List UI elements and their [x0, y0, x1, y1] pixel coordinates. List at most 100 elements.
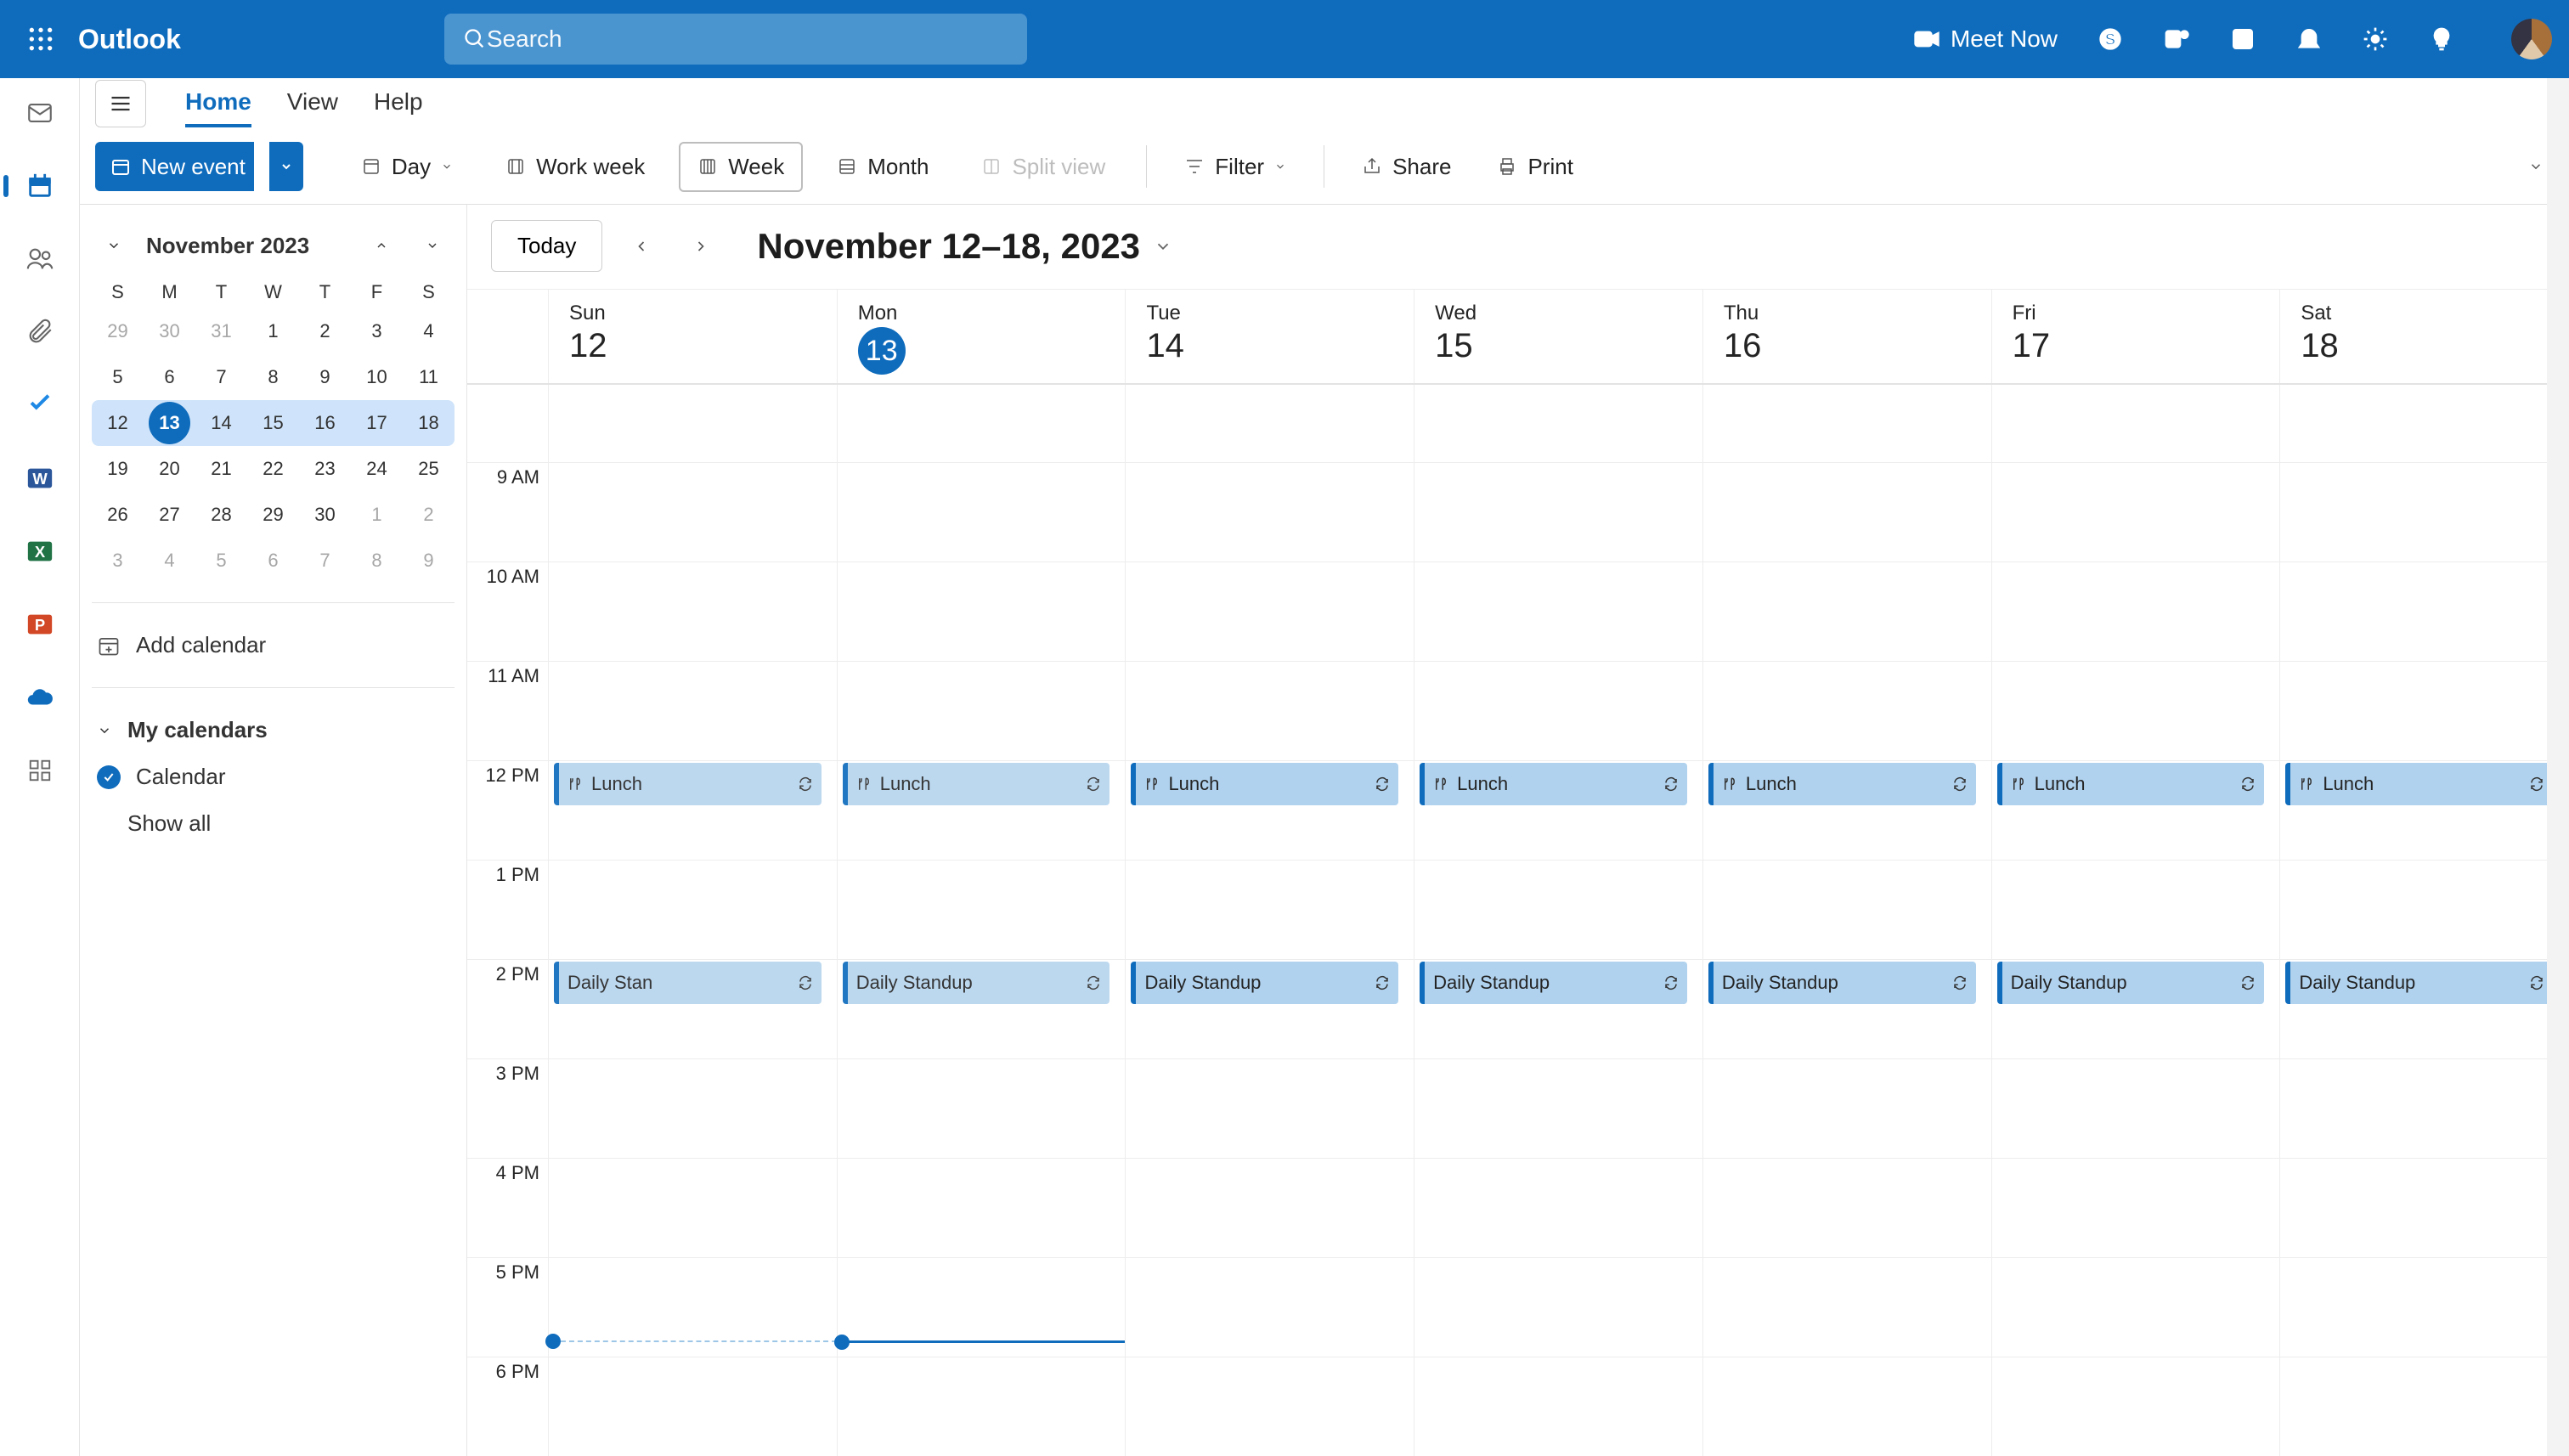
time-slot[interactable] [1126, 1257, 1414, 1357]
day-header[interactable]: Fri17 [1992, 290, 2281, 383]
rail-word[interactable]: W [24, 462, 56, 494]
mini-day[interactable]: 1 [356, 494, 398, 536]
mini-day[interactable]: 13 [149, 402, 190, 444]
notifications-button[interactable] [2295, 25, 2323, 53]
time-slot[interactable] [1414, 1357, 1702, 1456]
rail-todo[interactable] [24, 389, 56, 421]
mini-day[interactable]: 2 [304, 310, 346, 353]
date-range-title[interactable]: November 12–18, 2023 [757, 226, 1172, 267]
view-week-button[interactable]: Week [679, 142, 803, 192]
filter-button[interactable]: Filter [1169, 145, 1301, 189]
time-slot[interactable] [1126, 562, 1414, 661]
tips-button[interactable] [2428, 25, 2455, 53]
time-slot[interactable] [838, 1158, 1126, 1257]
tab-home[interactable]: Home [185, 80, 251, 127]
day-column[interactable]: Lunch Daily Standup [2280, 385, 2569, 1456]
event-lunch[interactable]: Lunch [1131, 763, 1398, 805]
rail-more-apps[interactable] [24, 754, 56, 787]
mini-day[interactable]: 20 [149, 448, 190, 490]
time-slot[interactable] [549, 1357, 837, 1456]
mini-day[interactable]: 25 [408, 448, 449, 490]
settings-button[interactable] [2362, 25, 2389, 53]
rail-people[interactable] [24, 243, 56, 275]
mini-day[interactable]: 10 [356, 356, 398, 398]
day-header[interactable]: Wed15 [1414, 290, 1703, 383]
app-launcher-button[interactable] [7, 0, 75, 78]
time-slot[interactable] [1703, 1257, 1991, 1357]
share-button[interactable]: Share [1347, 145, 1466, 189]
mini-day[interactable]: 4 [149, 539, 190, 582]
day-column[interactable]: LunchDaily Standup [1992, 385, 2281, 1456]
mini-day[interactable]: 7 [200, 356, 242, 398]
event-lunch[interactable]: Lunch [554, 763, 822, 805]
time-slot[interactable] [1414, 661, 1702, 760]
mini-day[interactable]: 30 [304, 494, 346, 536]
mini-day[interactable]: 19 [97, 448, 138, 490]
tab-help[interactable]: Help [374, 80, 423, 127]
rail-powerpoint[interactable]: P [24, 608, 56, 641]
event-standup[interactable]: Daily Standup [1997, 962, 2265, 1004]
calendar-entry[interactable]: Calendar [92, 753, 455, 800]
time-slot[interactable] [1414, 385, 1702, 462]
time-slot[interactable] [1992, 1257, 2280, 1357]
day-column[interactable]: LunchDaily Standup [1414, 385, 1703, 1456]
teams-button[interactable] [2163, 25, 2190, 53]
time-slot[interactable] [1992, 661, 2280, 760]
time-slot[interactable] [1703, 385, 1991, 462]
event-lunch[interactable]: Lunch [1708, 763, 1976, 805]
mini-day[interactable]: 21 [200, 448, 242, 490]
event-lunch[interactable]: Lunch [2285, 763, 2553, 805]
time-slot[interactable] [1703, 661, 1991, 760]
mini-calendar-next[interactable] [414, 227, 451, 264]
mini-day[interactable]: 1 [252, 310, 294, 353]
mini-day[interactable]: 12 [97, 402, 138, 444]
time-slot[interactable] [1992, 1357, 2280, 1456]
time-slot[interactable] [2280, 1357, 2568, 1456]
mini-calendar-prev[interactable] [363, 227, 400, 264]
time-slot[interactable] [2280, 462, 2568, 562]
mini-day[interactable]: 29 [97, 310, 138, 353]
view-day-button[interactable]: Day [342, 142, 471, 192]
mini-day[interactable]: 8 [252, 356, 294, 398]
time-slot[interactable] [838, 860, 1126, 959]
event-standup[interactable]: Daily Standup [1131, 962, 1398, 1004]
time-slot[interactable] [1126, 661, 1414, 760]
event-lunch[interactable]: Lunch [1420, 763, 1687, 805]
event-standup[interactable]: Daily Stan [554, 962, 822, 1004]
mini-day[interactable]: 29 [252, 494, 294, 536]
time-slot[interactable] [1126, 462, 1414, 562]
time-slot[interactable] [1992, 385, 2280, 462]
account-avatar[interactable] [2511, 19, 2552, 59]
new-event-button[interactable]: New event [95, 142, 254, 191]
mini-day[interactable]: 4 [408, 310, 449, 353]
show-all-calendars[interactable]: Show all [122, 800, 455, 847]
mini-day[interactable]: 28 [200, 494, 242, 536]
mini-day[interactable]: 15 [252, 402, 294, 444]
view-month-button[interactable]: Month [818, 142, 947, 192]
search-box[interactable] [444, 14, 1027, 65]
time-slot[interactable] [1992, 1058, 2280, 1158]
day-column[interactable]: LunchDaily Standup [1703, 385, 1992, 1456]
time-slot[interactable] [1414, 860, 1702, 959]
rail-files[interactable] [24, 316, 56, 348]
time-slot[interactable] [1126, 1058, 1414, 1158]
mini-day[interactable]: 5 [97, 356, 138, 398]
time-slot[interactable] [2280, 562, 2568, 661]
time-slot[interactable] [1703, 1158, 1991, 1257]
time-slot[interactable] [1414, 462, 1702, 562]
day-column[interactable]: LunchDaily Standup [838, 385, 1126, 1456]
add-calendar-button[interactable]: Add calendar [92, 622, 455, 669]
view-work-week-button[interactable]: Work week [487, 142, 663, 192]
mini-day[interactable]: 11 [408, 356, 449, 398]
time-slot[interactable] [1992, 1158, 2280, 1257]
time-slot[interactable] [549, 1158, 837, 1257]
time-slot[interactable] [1126, 1158, 1414, 1257]
right-scrollbar[interactable] [2547, 78, 2569, 1456]
day-header[interactable]: Mon13 [838, 290, 1126, 383]
time-slot[interactable] [2280, 1158, 2568, 1257]
time-slot[interactable] [549, 385, 837, 462]
time-slot[interactable] [1126, 860, 1414, 959]
time-slot[interactable] [2280, 1058, 2568, 1158]
day-header[interactable]: Sat18 [2280, 290, 2569, 383]
event-standup[interactable]: Daily Standup [2285, 962, 2553, 1004]
